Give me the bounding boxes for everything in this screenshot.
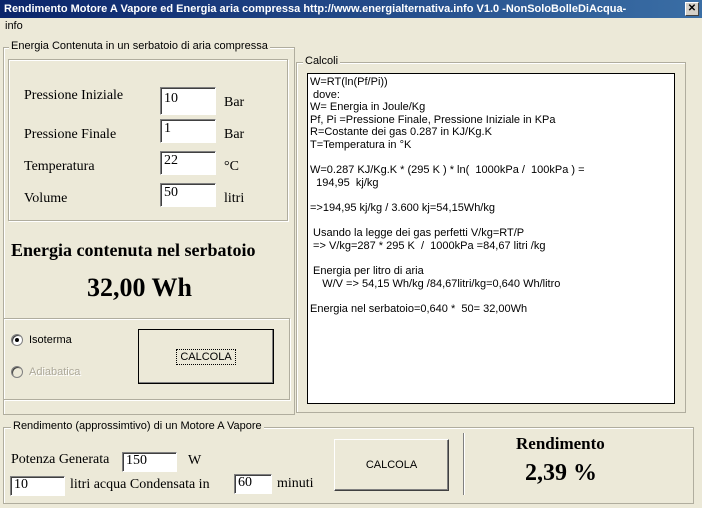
engine-calculate-label: CALCOLA (365, 459, 418, 471)
calc-line: =>194,95 kj/kg / 3.600 kj=54,15Wh/kg (310, 201, 495, 214)
engine-calculate-button[interactable]: CALCOLA (334, 439, 449, 491)
final-pressure-input[interactable]: 1 (160, 119, 216, 143)
temperature-input[interactable]: 22 (160, 151, 216, 175)
calculations-textarea[interactable]: W=RT(ln(Pf/Pi)) dove: W= Energia in Joul… (307, 73, 675, 404)
calc-line (310, 152, 672, 165)
calculations-group-legend: Calcoli (303, 55, 341, 67)
calc-line (310, 252, 672, 265)
isoterma-label: Isoterma (29, 334, 72, 346)
adiabatica-radio (11, 366, 23, 378)
window-title-bar[interactable]: Rendimento Motore A Vapore ed Energia ar… (0, 0, 702, 18)
initial-pressure-unit: Bar (224, 95, 245, 110)
minutes-input[interactable]: 60 (234, 474, 272, 494)
calc-line: Pf, Pi =Pressione Finale, Pressione Iniz… (310, 113, 556, 126)
menu-item-info[interactable]: info (5, 20, 23, 32)
calc-line (310, 290, 672, 303)
tank-energy-group-legend: Energia Contenuta in un serbatoio di ari… (9, 40, 270, 52)
energy-heading: Energia contenuta nel serbatoio (11, 240, 256, 260)
calc-line: R=Costante dei gas 0.287 in KJ/Kg.K (310, 126, 492, 139)
water-liters-label: litri acqua Condensata in (70, 477, 210, 492)
calc-line: Usando la legge dei gas perfetti V/kg=RT… (310, 227, 525, 240)
power-label: Potenza Generata (11, 452, 110, 467)
temperature-label: Temperatura (24, 159, 95, 174)
initial-pressure-input[interactable]: 10 (160, 87, 216, 115)
calc-line: 194,95 kj/kg (310, 176, 379, 189)
initial-pressure-label: Pressione Iniziale (24, 88, 124, 103)
steam-engine-group-legend: Rendimento (approssimtivo) di un Motore … (11, 420, 264, 432)
adiabatica-label: Adiabatica (29, 366, 81, 378)
calc-line: T=Temperatura in °K (310, 138, 412, 151)
tank-calculate-label: CALCOLA (176, 348, 236, 365)
option-adiabatica: Adiabatica (11, 366, 80, 378)
close-icon: ✕ (687, 3, 697, 14)
option-isoterma[interactable]: Isoterma (11, 334, 72, 346)
calc-line (310, 215, 672, 228)
calc-line: dove: (310, 88, 340, 101)
menu-bar: info (0, 18, 702, 36)
power-unit: W (188, 453, 202, 468)
power-input[interactable]: 150 (122, 452, 177, 472)
final-pressure-label: Pressione Finale (24, 127, 117, 142)
calc-line: Energia per litro di aria (310, 264, 424, 277)
energy-value: 32,00 Wh (87, 273, 192, 302)
temperature-unit: °C (224, 159, 239, 174)
tank-calculate-button[interactable]: CALCOLA (138, 329, 274, 384)
calc-line: W=0.287 KJ/Kg.K * (295 K ) * ln( 1000kPa… (310, 164, 585, 177)
final-pressure-unit: Bar (224, 127, 245, 142)
water-liters-input[interactable]: 10 (10, 476, 65, 496)
result-divider (463, 433, 465, 495)
volume-input[interactable]: 50 (160, 183, 216, 207)
window-title: Rendimento Motore A Vapore ed Energia ar… (4, 3, 627, 15)
isoterma-radio[interactable] (11, 334, 23, 346)
calc-line: Energia nel serbatoio=0,640 * 50= 32,00W… (310, 302, 528, 315)
calc-line: W= Energia in Joule/Kg (310, 101, 426, 114)
calc-line: W=RT(ln(Pf/Pi)) (310, 76, 388, 88)
calc-line: W/V => 54,15 Wh/kg /84,67litri/kg=0,640 … (310, 277, 561, 290)
volume-label: Volume (24, 191, 68, 206)
efficiency-heading: Rendimento (516, 434, 605, 453)
minutes-label: minuti (277, 476, 314, 491)
calc-line (310, 189, 672, 202)
close-button[interactable]: ✕ (685, 2, 699, 16)
efficiency-value: 2,39 % (525, 460, 597, 486)
calc-line: => V/kg=287 * 295 K / 1000kPa =84,67 lit… (310, 239, 546, 252)
volume-unit: litri (224, 191, 245, 206)
